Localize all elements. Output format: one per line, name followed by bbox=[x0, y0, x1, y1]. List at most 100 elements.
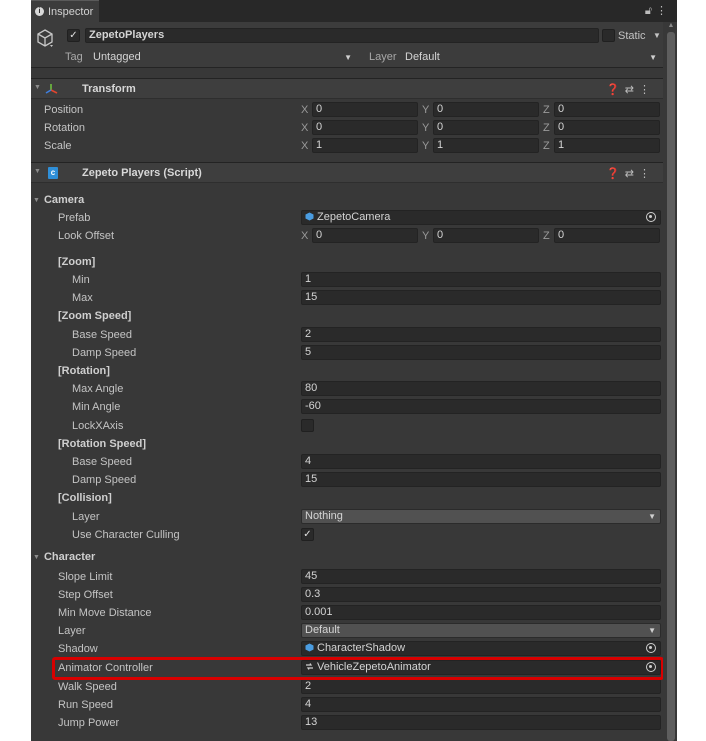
shadow-label: Shadow bbox=[58, 643, 98, 655]
object-picker-icon[interactable] bbox=[646, 643, 656, 653]
foldout-arrow-icon[interactable]: ▼ bbox=[34, 84, 41, 91]
script-file-icon: c bbox=[48, 167, 58, 179]
layer-label: Layer bbox=[369, 51, 397, 63]
zoom-min-input[interactable]: 1 bbox=[301, 272, 661, 287]
transform-header[interactable]: ▼ Transform ❓⇄⋮ bbox=[31, 78, 663, 99]
zoom-damp-speed-input[interactable]: 5 bbox=[301, 345, 661, 360]
slope-limit-label: Slope Limit bbox=[58, 571, 113, 583]
run-speed-input[interactable]: 4 bbox=[301, 697, 661, 712]
min-move-label: Min Move Distance bbox=[58, 607, 152, 619]
rotation-x-input[interactable]: 0 bbox=[312, 120, 418, 135]
scale-z-input[interactable]: 1 bbox=[554, 138, 660, 153]
prefab-cube-icon bbox=[305, 212, 314, 221]
rot-damp-speed-input[interactable]: 15 bbox=[301, 472, 661, 487]
lock-x-axis-label: LockXAxis bbox=[72, 420, 124, 432]
lock-x-axis-checkbox[interactable] bbox=[301, 419, 314, 432]
character-section-label: Character bbox=[43, 551, 96, 563]
object-header: ✓ ZepetoPlayers Static ▼ Tag Untagged ▼ … bbox=[31, 22, 663, 68]
z-label: Z bbox=[543, 122, 550, 134]
object-picker-icon[interactable] bbox=[646, 212, 656, 222]
camera-section[interactable]: ▼ Camera bbox=[33, 194, 84, 206]
prefab-label: Prefab bbox=[58, 212, 91, 224]
camera-section-label: Camera bbox=[43, 194, 85, 206]
min-move-input[interactable]: 0.001 bbox=[301, 605, 661, 620]
zoom-damp-speed-label: Damp Speed bbox=[72, 347, 137, 359]
slope-limit-input[interactable]: 45 bbox=[301, 569, 661, 584]
x-label: X bbox=[301, 140, 309, 152]
min-angle-label: Min Angle bbox=[72, 401, 121, 413]
static-label: Static bbox=[618, 30, 646, 42]
zoom-max-input[interactable]: 15 bbox=[301, 290, 661, 305]
foldout-arrow-icon[interactable]: ▼ bbox=[33, 554, 40, 561]
position-y-input[interactable]: 0 bbox=[433, 102, 539, 117]
scale-x-input[interactable]: 1 bbox=[312, 138, 418, 153]
transform-title: Transform bbox=[82, 83, 136, 95]
position-x-input[interactable]: 0 bbox=[312, 102, 418, 117]
collision-layer-label: Layer bbox=[72, 511, 100, 523]
character-layer-value: Default bbox=[305, 624, 340, 636]
chevron-down-icon: ▼ bbox=[344, 53, 352, 62]
tag-label: Tag bbox=[65, 51, 83, 63]
collision-layer-value: Nothing bbox=[305, 510, 343, 522]
rotation-z-input[interactable]: 0 bbox=[554, 120, 660, 135]
tag-dropdown[interactable]: Untagged ▼ bbox=[89, 50, 357, 65]
layer-dropdown[interactable]: Default ▼ bbox=[401, 50, 662, 65]
static-dropdown-icon[interactable]: ▼ bbox=[653, 31, 661, 40]
active-checkbox[interactable]: ✓ bbox=[67, 29, 80, 42]
step-offset-label: Step Offset bbox=[58, 589, 113, 601]
chevron-down-icon: ▼ bbox=[648, 626, 656, 635]
scale-y-input[interactable]: 1 bbox=[433, 138, 539, 153]
rotation-label: Rotation bbox=[44, 122, 85, 134]
lock-menu-icons[interactable]: 🔓︎⋮ bbox=[645, 4, 671, 18]
tag-value: Untagged bbox=[93, 51, 141, 63]
zoom-base-speed-input[interactable]: 2 bbox=[301, 327, 661, 342]
tab-inspector-label: Inspector bbox=[48, 5, 94, 18]
tab-bar: i Inspector 🔓︎⋮ bbox=[31, 0, 677, 22]
jump-power-input[interactable]: 13 bbox=[301, 715, 661, 730]
zoom-max-label: Max bbox=[72, 292, 93, 304]
y-label: Y bbox=[422, 104, 430, 116]
character-layer-dropdown[interactable]: Default ▼ bbox=[301, 623, 661, 638]
static-checkbox[interactable] bbox=[602, 29, 615, 42]
script-component-header[interactable]: ▼ c Zepeto Players (Script) ❓⇄⋮ bbox=[31, 162, 663, 183]
step-offset-input[interactable]: 0.3 bbox=[301, 587, 661, 602]
chevron-down-icon: ▼ bbox=[649, 53, 657, 62]
character-section[interactable]: ▼ Character bbox=[33, 551, 95, 563]
collision-layer-dropdown[interactable]: Nothing ▼ bbox=[301, 509, 661, 524]
prefab-object-field[interactable]: ZepetoCamera bbox=[301, 210, 661, 225]
look-offset-y-input[interactable]: 0 bbox=[433, 228, 539, 243]
position-z-input[interactable]: 0 bbox=[554, 102, 660, 117]
gameobject-cube-icon[interactable] bbox=[35, 28, 55, 48]
zoom-speed-header: [Zoom Speed] bbox=[58, 310, 132, 322]
look-offset-x-input[interactable]: 0 bbox=[312, 228, 418, 243]
prefab-cube-icon bbox=[305, 643, 314, 652]
inspector-panel: i Inspector 🔓︎⋮ ✓ ZepetoPlayers Static ▼… bbox=[31, 0, 677, 741]
walk-speed-label: Walk Speed bbox=[58, 681, 117, 693]
look-offset-z-input[interactable]: 0 bbox=[554, 228, 660, 243]
use-culling-checkbox[interactable]: ✓ bbox=[301, 528, 314, 541]
y-label: Y bbox=[422, 230, 430, 242]
max-angle-input[interactable]: 80 bbox=[301, 381, 661, 396]
animator-controller-highlight bbox=[52, 657, 664, 680]
shadow-value: CharacterShadow bbox=[317, 642, 406, 654]
run-speed-label: Run Speed bbox=[58, 699, 114, 711]
rotation-y-input[interactable]: 0 bbox=[433, 120, 539, 135]
component-tools-icons[interactable]: ❓⇄⋮ bbox=[606, 83, 655, 96]
walk-speed-input[interactable]: 2 bbox=[301, 679, 661, 694]
z-label: Z bbox=[543, 140, 550, 152]
zoom-header: [Zoom] bbox=[58, 256, 96, 268]
shadow-object-field[interactable]: CharacterShadow bbox=[301, 641, 661, 656]
tab-inspector[interactable]: i Inspector bbox=[31, 0, 99, 22]
scroll-up-arrow-icon[interactable]: ▲ bbox=[667, 22, 675, 30]
component-tools-icons[interactable]: ❓⇄⋮ bbox=[606, 167, 655, 180]
scrollbar-thumb[interactable] bbox=[667, 32, 675, 741]
object-name-input[interactable]: ZepetoPlayers bbox=[85, 28, 599, 43]
x-label: X bbox=[301, 122, 309, 134]
foldout-arrow-icon[interactable]: ▼ bbox=[33, 197, 40, 204]
prefab-value: ZepetoCamera bbox=[317, 211, 391, 223]
foldout-arrow-icon[interactable]: ▼ bbox=[34, 168, 41, 175]
jump-power-label: Jump Power bbox=[58, 717, 120, 729]
rot-base-speed-input[interactable]: 4 bbox=[301, 454, 661, 469]
min-angle-input[interactable]: -60 bbox=[301, 399, 661, 414]
y-label: Y bbox=[422, 140, 430, 152]
